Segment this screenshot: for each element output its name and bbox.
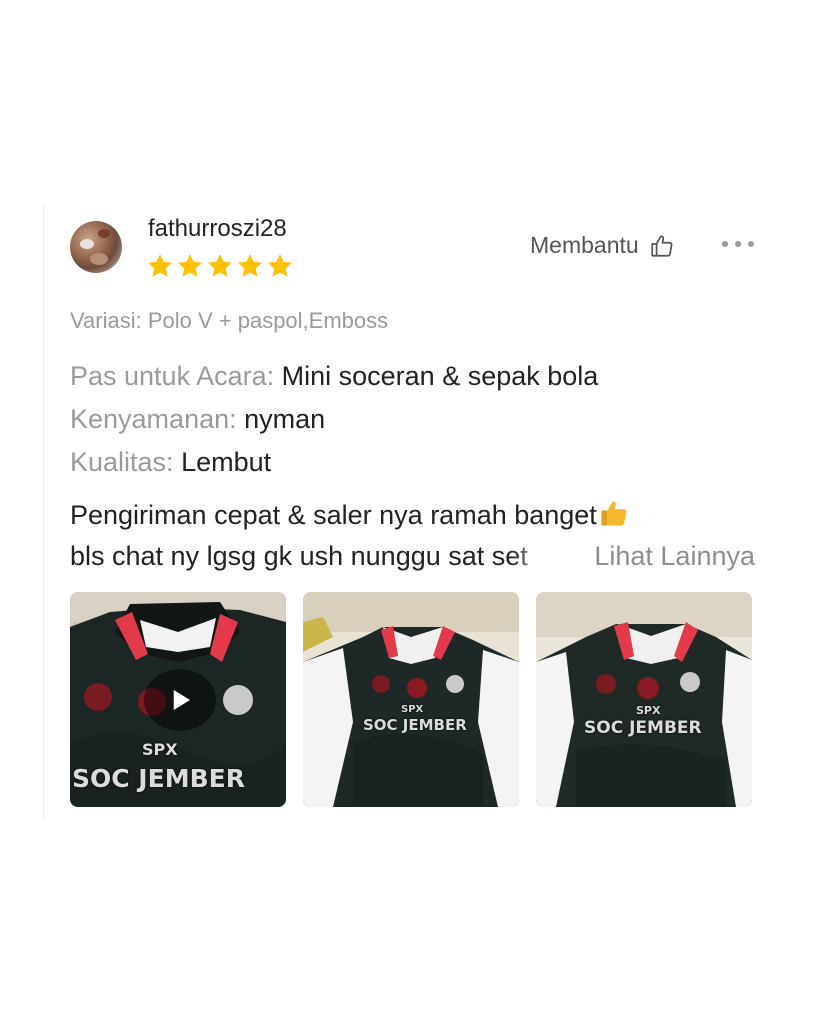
star-icon — [268, 254, 292, 277]
star-icon — [208, 254, 232, 277]
user-avatar[interactable] — [70, 221, 122, 273]
jersey-name-text: SOC JEMBER — [363, 716, 467, 734]
jersey-brand-text: SPX — [636, 704, 661, 717]
review-photo-thumbnail[interactable]: SPX SOC JEMBER — [536, 592, 752, 807]
thumbs-up-emoji-icon — [601, 501, 627, 526]
attribute-quality: Kualitas: Lembut — [70, 447, 271, 478]
rating-stars — [146, 252, 294, 280]
review-text: Pengiriman cepat & saler nya ramah bange… — [70, 500, 597, 530]
review-text-line-2: bls chat ny lgsg gk ush nunggu sat set L… — [70, 541, 755, 579]
jersey-name-text: SOC JEMBER — [72, 764, 245, 793]
jersey-photo — [303, 592, 519, 807]
helpful-button[interactable]: Membantu — [530, 232, 675, 259]
product-variation: Variasi: Polo V + paspol,Emboss — [70, 308, 389, 333]
review-username[interactable]: fathurroszi28 — [148, 215, 287, 243]
attribute-value: nyman — [244, 404, 326, 434]
thumbs-up-outline-icon — [651, 234, 673, 257]
star-icon — [178, 254, 202, 277]
attribute-key: Kualitas: — [70, 447, 174, 477]
play-icon — [173, 690, 190, 710]
more-dots-icon[interactable] — [720, 236, 756, 252]
review-text-truncated: bls chat ny lgsg gk ush nunggu sat set — [70, 541, 528, 571]
attribute-value: Mini soceran & sepak bola — [281, 361, 599, 391]
review-video-thumbnail[interactable]: SPX SOC JEMBER — [70, 592, 286, 807]
review-photo-thumbnail[interactable]: SPX SOC JEMBER — [303, 592, 519, 807]
review-text-line-1: Pengiriman cepat & saler nya ramah bange… — [70, 498, 629, 531]
jersey-brand-text: SPX — [142, 740, 178, 759]
see-more-link[interactable]: Lihat Lainnya — [588, 541, 755, 572]
jersey-photo — [536, 592, 752, 807]
jersey-name-text: SOC JEMBER — [584, 718, 702, 738]
attribute-comfort: Kenyamanan: nyman — [70, 404, 325, 435]
helpful-label: Membantu — [530, 232, 639, 258]
attribute-key: Pas untuk Acara: — [70, 361, 275, 391]
star-icon — [238, 254, 262, 277]
review-media-gallery: SPX SOC JEMBER SPX SOC JEMBER SPX SOC JE… — [70, 592, 752, 807]
attribute-key: Kenyamanan: — [70, 404, 237, 434]
play-button[interactable] — [144, 669, 216, 731]
attribute-occasion: Pas untuk Acara: Mini soceran & sepak bo… — [70, 361, 598, 392]
card-left-border — [43, 205, 44, 820]
jersey-brand-text: SPX — [401, 704, 424, 715]
attribute-value: Lembut — [181, 447, 272, 477]
star-icon — [148, 254, 172, 277]
